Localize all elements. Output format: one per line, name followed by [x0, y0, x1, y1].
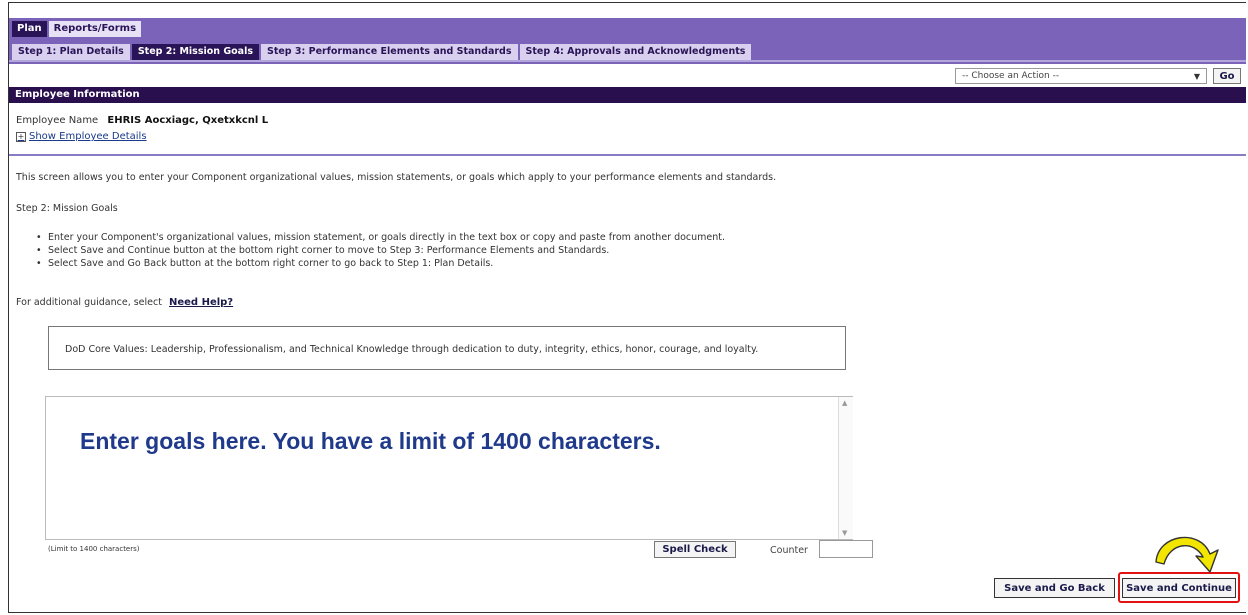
tab-step-4-approvals[interactable]: Step 4: Approvals and Acknowledgments [519, 44, 752, 60]
main-tabs: Plan Reports/Forms [12, 21, 142, 37]
mission-goals-textarea[interactable] [45, 396, 853, 540]
scroll-down-icon[interactable]: ▼ [842, 529, 847, 537]
intro-text: This screen allows you to enter your Com… [16, 172, 777, 183]
need-help-link[interactable]: Need Help? [169, 297, 233, 308]
section-divider [9, 154, 1246, 156]
choose-action-placeholder: -- Choose an Action -- [962, 71, 1060, 81]
show-employee-details-link[interactable]: + Show Employee Details [16, 131, 147, 142]
go-button[interactable]: Go [1213, 68, 1241, 84]
tab-step-2-mission-goals[interactable]: Step 2: Mission Goals [131, 44, 259, 60]
instruction-list: Enter your Component's organizational va… [36, 231, 725, 270]
counter-label: Counter [770, 545, 808, 556]
expand-plus-icon: + [16, 131, 26, 142]
goals-placeholder-text: Enter goals here. You have a limit of 14… [80, 428, 661, 454]
tab-plan[interactable]: Plan [12, 21, 47, 37]
choose-action-select[interactable]: -- Choose an Action -- ▼ [955, 68, 1207, 84]
instruction-item: Select Save and Continue button at the b… [36, 244, 725, 257]
action-row: -- Choose an Action -- ▼ Go [955, 68, 1241, 84]
tab-step-3-performance-elements[interactable]: Step 3: Performance Elements and Standar… [260, 44, 518, 60]
core-values-box: DoD Core Values: Leadership, Professiona… [48, 326, 846, 370]
save-and-go-back-button[interactable]: Save and Go Back [994, 578, 1115, 598]
tab-reports-forms[interactable]: Reports/Forms [48, 21, 142, 37]
chevron-down-icon: ▼ [1193, 71, 1200, 81]
instruction-item: Enter your Component's organizational va… [36, 231, 725, 244]
scroll-up-icon[interactable]: ▲ [842, 399, 847, 407]
guidance-text: For additional guidance, select [16, 297, 162, 308]
employee-information-header: Employee Information [9, 87, 1246, 103]
employee-name-row: Employee Name EHRIS Aocxiagc, Qxetxkcnl … [16, 115, 268, 126]
spell-check-button[interactable]: Spell Check [654, 541, 736, 558]
guidance-row: For additional guidance, select Need Hel… [16, 297, 233, 308]
curved-arrow-icon [1155, 536, 1219, 573]
employee-name-value: EHRIS Aocxiagc, Qxetxkcnl L [107, 115, 269, 126]
save-and-continue-button[interactable]: Save and Continue [1122, 578, 1236, 598]
step-title: Step 2: Mission Goals [16, 203, 118, 214]
instruction-item: Select Save and Go Back button at the bo… [36, 257, 725, 270]
counter-field [819, 540, 873, 558]
show-employee-details-label: Show Employee Details [29, 131, 147, 142]
step-tabs: Step 1: Plan Details Step 2: Mission Goa… [12, 44, 752, 60]
tab-step-1-plan-details[interactable]: Step 1: Plan Details [12, 44, 130, 60]
employee-name-label: Employee Name [16, 115, 99, 126]
character-limit-note: (Limit to 1400 characters) [48, 545, 140, 553]
textarea-scrollbar[interactable]: ▲ ▼ [838, 397, 853, 539]
step-tabs-underline [9, 60, 1246, 62]
